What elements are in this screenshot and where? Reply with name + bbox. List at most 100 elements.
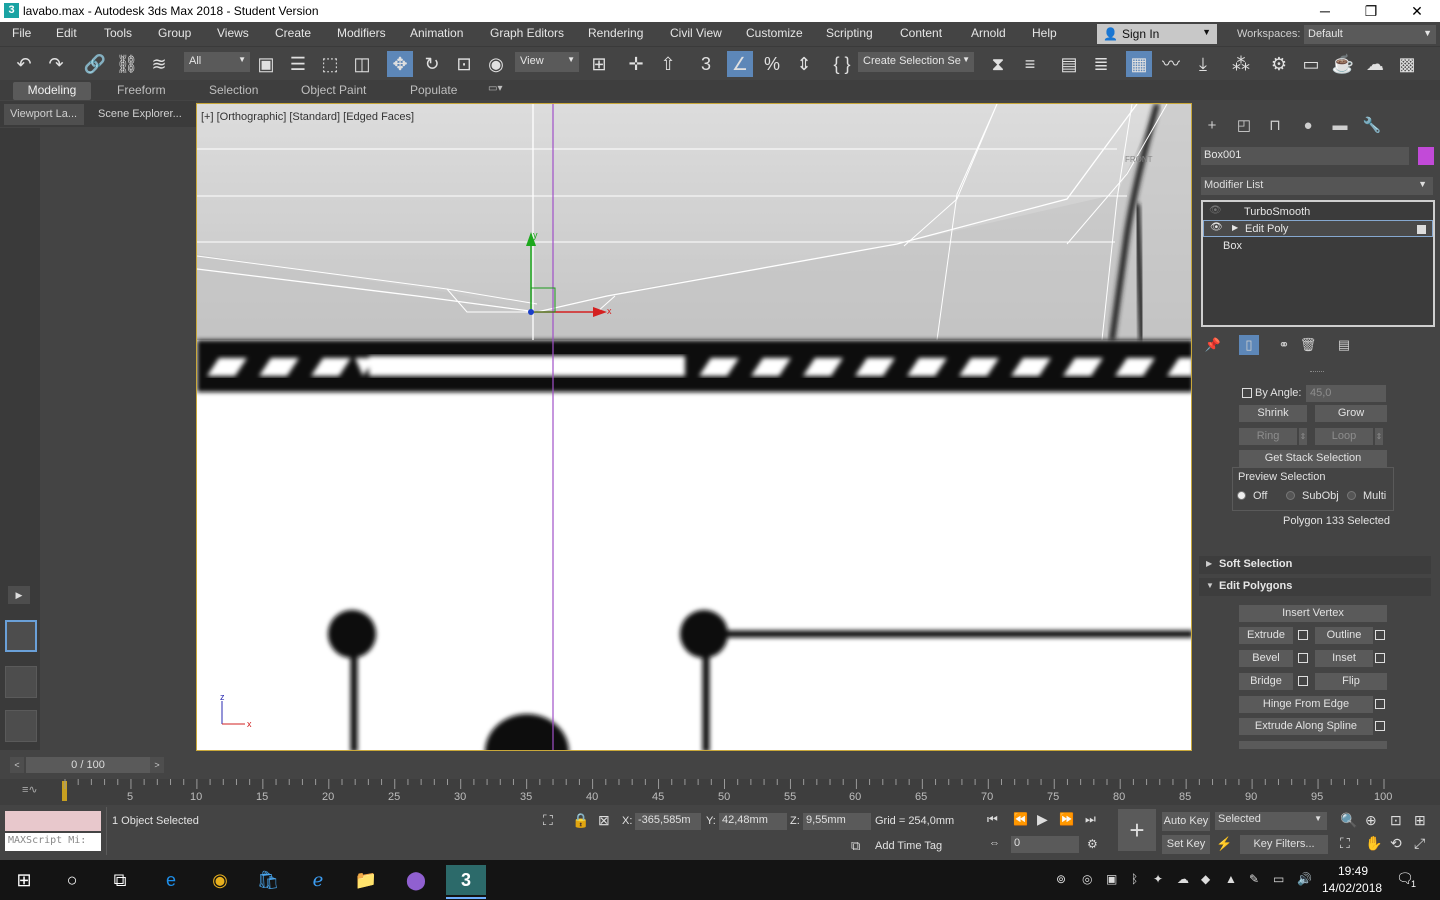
key-mode-dropdown[interactable]: Selected ▼ xyxy=(1215,812,1327,830)
preview-subobj-radio[interactable] xyxy=(1286,491,1295,500)
stack-item-edit-poly[interactable]: 👁 ▶ Edit Poly xyxy=(1203,220,1433,237)
configure-modifier-sets-icon[interactable]: ▤ xyxy=(1334,335,1354,355)
rotate-icon[interactable]: ↻ xyxy=(419,51,445,77)
menu-tools[interactable]: Tools xyxy=(104,26,132,40)
set-key-button[interactable]: Set Key xyxy=(1162,835,1210,854)
previous-frame-arrow-icon[interactable]: < xyxy=(10,757,24,773)
modify-tab-icon[interactable]: ◰ xyxy=(1233,115,1255,137)
menu-views[interactable]: Views xyxy=(217,26,249,40)
preview-off-radio[interactable] xyxy=(1237,491,1246,500)
bind-space-warp-icon[interactable]: ≋ xyxy=(146,51,172,77)
redo-icon[interactable]: ↷ xyxy=(43,51,69,77)
task-view-icon[interactable]: ⧉ xyxy=(104,865,136,895)
maxscript-listener-output[interactable] xyxy=(5,811,101,831)
default-in-out-tangent-icon[interactable]: ⚡ xyxy=(1216,836,1232,852)
angle-snap-icon[interactable]: ∠ xyxy=(727,51,753,77)
selection-filter-dropdown[interactable]: All ▼ xyxy=(184,52,250,72)
current-frame-field[interactable]: 0 xyxy=(1011,836,1079,853)
maximize-viewport-icon[interactable]: ⤢ xyxy=(1414,835,1425,852)
clock-time[interactable]: 19:49 xyxy=(1338,864,1368,878)
menu-scripting[interactable]: Scripting xyxy=(826,26,873,40)
inset-settings-icon[interactable] xyxy=(1375,653,1385,663)
maximize-button[interactable]: ❐ xyxy=(1348,0,1394,22)
key-mode-toggle-icon[interactable]: ⇔ xyxy=(989,837,1000,849)
percent-snap-icon[interactable]: % xyxy=(759,51,785,77)
show-end-result-icon[interactable]: ▯ xyxy=(1239,335,1259,355)
soft-selection-rollout[interactable]: ▶ Soft Selection xyxy=(1199,556,1431,574)
menu-arnold[interactable]: Arnold xyxy=(971,26,1006,40)
curve-editor-icon[interactable]: 〰 xyxy=(1158,51,1184,77)
y-coordinate-field[interactable]: 42,48mm xyxy=(719,813,787,830)
next-key-icon[interactable]: ⏩ xyxy=(1059,812,1074,826)
chrome-icon[interactable]: ◉ xyxy=(204,865,236,895)
extrude-along-spline-button[interactable]: Extrude Along Spline xyxy=(1239,718,1373,735)
bridge-settings-icon[interactable] xyxy=(1298,676,1308,686)
menu-group[interactable]: Group xyxy=(158,26,191,40)
stack-item-box[interactable]: Box xyxy=(1203,238,1433,255)
scene-explorer-icon[interactable]: ▤ xyxy=(1056,51,1082,77)
field-of-view-icon[interactable]: ⛶ xyxy=(1340,835,1350,852)
tray-app-icon[interactable]: ⊚ xyxy=(1056,872,1066,886)
extrude-button[interactable]: Extrude xyxy=(1239,627,1293,644)
zoom-icon[interactable]: 🔍 xyxy=(1340,812,1357,829)
tray-app-icon[interactable]: ▲ xyxy=(1225,872,1237,886)
menu-customize[interactable]: Customize xyxy=(746,26,803,40)
menu-content[interactable]: Content xyxy=(900,26,942,40)
named-selection-dropdown[interactable]: Create Selection Se ▼ xyxy=(858,52,974,72)
play-icon[interactable]: ▶ xyxy=(1037,811,1048,828)
by-angle-checkbox[interactable] xyxy=(1242,388,1252,398)
create-tab-icon[interactable]: + xyxy=(1201,115,1223,137)
material-editor-icon[interactable]: ⁂ xyxy=(1228,51,1254,77)
rectangle-selection-icon[interactable]: ⬚ xyxy=(317,51,343,77)
battery-icon[interactable]: ▭ xyxy=(1273,872,1284,886)
edit-polygons-rollout[interactable]: ▼ Edit Polygons xyxy=(1199,578,1431,596)
motion-tab-icon[interactable]: ● xyxy=(1297,115,1319,137)
utilities-tab-icon[interactable]: 🔧 xyxy=(1361,115,1383,137)
grow-button[interactable]: Grow xyxy=(1315,405,1387,422)
stack-item-turbosmooth[interactable]: 👁 TurboSmooth xyxy=(1203,204,1433,221)
toggle-box-icon[interactable] xyxy=(1417,225,1426,234)
input-icon[interactable]: ✎ xyxy=(1249,872,1259,886)
edit-triangulation-button[interactable] xyxy=(1239,741,1387,749)
hinge-settings-icon[interactable] xyxy=(1375,699,1385,709)
layer-explorer-icon[interactable]: ≣ xyxy=(1088,51,1114,77)
windows-start-icon[interactable]: ⊞ xyxy=(8,865,40,895)
app-icon[interactable]: ⬤ xyxy=(400,865,432,895)
search-icon[interactable]: ○ xyxy=(56,865,88,895)
outline-settings-icon[interactable] xyxy=(1375,630,1385,640)
schematic-view-icon[interactable]: ⤓ xyxy=(1190,51,1216,77)
isolate-selection-icon[interactable]: ⛶ xyxy=(543,812,553,829)
menu-edit[interactable]: Edit xyxy=(56,26,77,40)
expand-arrow-icon[interactable]: ▶ xyxy=(1232,223,1238,232)
key-filters-button[interactable]: Key Filters... xyxy=(1240,835,1328,854)
unlink-icon[interactable]: ⛓ xyxy=(114,51,140,77)
menu-rendering[interactable]: Rendering xyxy=(588,26,643,40)
selection-lock-icon[interactable]: 🔒 xyxy=(572,812,589,829)
pan-hand-icon[interactable]: ✋ xyxy=(1365,835,1382,852)
object-color-swatch[interactable] xyxy=(1418,147,1434,165)
pivot-center-icon[interactable]: ⊞ xyxy=(586,51,612,77)
link-icon[interactable]: 🔗 xyxy=(82,51,108,77)
zoom-extents-all-icon[interactable]: ⊞ xyxy=(1414,812,1426,829)
hinge-from-edge-button[interactable]: Hinge From Edge xyxy=(1239,696,1373,713)
eye-icon[interactable]: 👁 xyxy=(1209,205,1222,216)
viewport-label[interactable]: [+] [Orthographic] [Standard] [Edged Fac… xyxy=(201,111,414,123)
z-coordinate-field[interactable]: 9,55mm xyxy=(803,813,871,830)
time-tag-icon[interactable]: ⧉ xyxy=(851,838,860,854)
auto-key-button[interactable]: Auto Key xyxy=(1162,812,1210,831)
select-by-name-icon[interactable]: ☰ xyxy=(285,51,311,77)
render-production-icon[interactable]: ☕ xyxy=(1330,51,1356,77)
by-angle-spinner[interactable]: 45,0 xyxy=(1306,385,1386,402)
set-key-big-icon[interactable]: + xyxy=(1118,809,1156,851)
orbit-icon[interactable]: ⟲ xyxy=(1390,835,1402,852)
object-name-field[interactable]: Box001 xyxy=(1201,147,1409,165)
clock-date[interactable]: 14/02/2018 xyxy=(1322,881,1382,895)
preview-multi-radio[interactable] xyxy=(1347,491,1356,500)
tab-selection[interactable]: Selection xyxy=(209,82,258,100)
insert-vertex-button[interactable]: Insert Vertex xyxy=(1239,605,1387,622)
tray-app-icon[interactable]: ▣ xyxy=(1106,872,1117,886)
hierarchy-tab-icon[interactable]: ⊓ xyxy=(1264,115,1286,137)
render-setup-icon[interactable]: ⚙ xyxy=(1266,51,1292,77)
place-icon[interactable]: ◉ xyxy=(483,51,509,77)
inset-button[interactable]: Inset xyxy=(1315,650,1373,667)
